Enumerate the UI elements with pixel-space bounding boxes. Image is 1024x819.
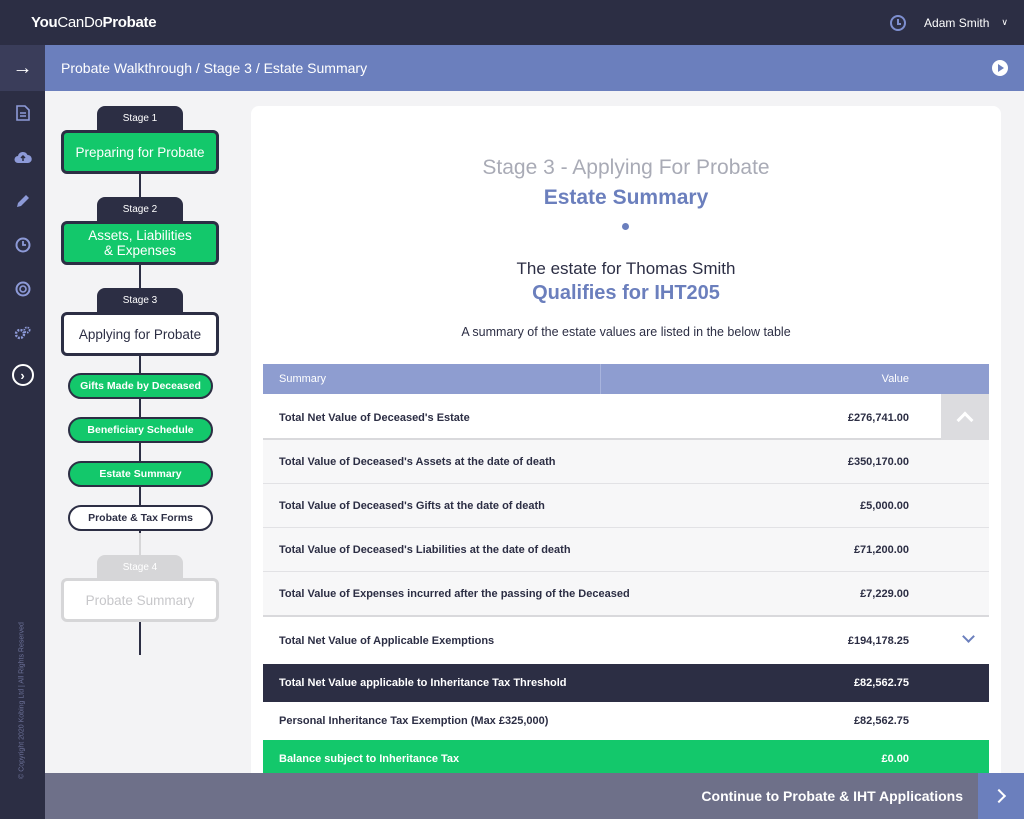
bottom-action-bar: Continue to Probate & IHT Applications [45,773,978,819]
stage-3-applying-for-probate[interactable]: Applying for Probate [61,312,219,356]
stage-2-tag: Stage 2 [97,197,183,221]
row-label: Total Net Value of Deceased's Estate [279,412,470,424]
top-bar: YouCanDoProbate Adam Smith ∨ [0,0,1024,45]
table-row: Total Value of Deceased's Assets at the … [263,440,989,484]
qualifies-text: Qualifies for IHT205 [532,282,720,304]
substep-beneficiary-schedule[interactable]: Beneficiary Schedule [68,417,213,443]
lifebuoy-icon[interactable] [0,267,45,311]
summary-note: A summary of the estate values are liste… [461,325,791,339]
stage-1-tag: Stage 1 [97,106,183,130]
table-row: Total Value of Expenses incurred after t… [263,572,989,617]
chevron-down-icon[interactable] [962,630,975,643]
chevron-down-icon[interactable]: ∨ [1001,17,1008,28]
table-row-total-net-estate[interactable]: Total Net Value of Deceased's Estate £27… [263,394,989,440]
connector-line [139,533,141,555]
stage-heading: Stage 3 - Applying For Probate [482,156,770,179]
connector-line [139,174,141,199]
column-separator [600,364,601,394]
app-logo[interactable]: YouCanDoProbate [31,14,157,31]
row-value: £5,000.00 [860,500,909,512]
pencil-icon[interactable] [0,179,45,223]
row-label: Total Value of Expenses incurred after t… [279,588,630,600]
stage-4-probate-summary[interactable]: Probate Summary [61,578,219,622]
row-value: £7,229.00 [860,588,909,600]
row-label: Total Value of Deceased's Assets at the … [279,456,556,468]
stage-4-tag: Stage 4 [97,555,183,579]
chevron-up-icon[interactable] [941,394,989,440]
arrow-right-icon[interactable]: → [0,45,45,91]
divider-dot [622,223,629,230]
connector-line [139,264,141,289]
document-icon[interactable] [0,91,45,135]
table-row: Total Value of Deceased's Liabilities at… [263,528,989,572]
cloud-upload-icon[interactable] [0,135,45,179]
copyright-text: © Copyright 2020 Kobing Ltd | All Rights… [18,622,26,779]
row-value: £194,178.25 [847,635,909,647]
clock-icon[interactable] [890,14,907,31]
estate-summary-table: Summary Value Total Net Value of Decease… [263,364,989,778]
left-sidebar: → › © Copyright 2020 Kobing Ltd | All Ri… [0,45,45,819]
stage-1-preparing-for-probate[interactable]: Preparing for Probate [61,130,219,174]
stage-2-assets-liabilities-expenses[interactable]: Assets, Liabilities & Expenses [61,221,219,265]
table-row-personal-exemption: Personal Inheritance Tax Exemption (Max … [263,702,989,740]
row-value: £82,562.75 [853,715,909,727]
user-name[interactable]: Adam Smith [924,16,989,30]
row-value: £276,741.00 [847,412,909,424]
row-value: £82,562.75 [853,677,909,689]
row-label: Total Value of Deceased's Liabilities at… [279,544,571,556]
substep-gifts-made-by-deceased[interactable]: Gifts Made by Deceased [68,373,213,399]
row-label: Total Net Value of Applicable Exemptions [279,635,495,647]
substep-estate-summary[interactable]: Estate Summary [68,461,213,487]
table-row: Total Value of Deceased's Gifts at the d… [263,484,989,528]
row-value: £0.00 [881,753,909,765]
stage-stepper: Stage 1 Preparing for Probate Stage 2 As… [45,91,250,791]
column-header-value: Value [881,373,909,385]
table-row-threshold: Total Net Value applicable to Inheritanc… [263,664,989,702]
table-row-exemptions[interactable]: Total Net Value of Applicable Exemptions… [263,617,989,664]
continue-button[interactable]: Continue to Probate & IHT Applications [701,788,963,804]
column-header-summary: Summary [279,373,327,385]
breadcrumb-bar: Probate Walkthrough / Stage 3 / Estate S… [45,45,1024,91]
chevron-right-circle-icon[interactable]: › [0,353,45,397]
chevron-right-icon[interactable] [978,773,1024,819]
row-value: £71,200.00 [853,544,909,556]
user-menu[interactable]: Adam Smith ∨ [890,0,1008,45]
row-value: £350,170.00 [847,456,909,468]
estate-summary-card: Stage 3 - Applying For Probate Estate Su… [251,106,1001,819]
table-header: Summary Value [263,364,989,394]
row-label: Total Value of Deceased's Gifts at the d… [279,500,545,512]
substep-probate-tax-forms[interactable]: Probate & Tax Forms [68,505,213,531]
clock-icon[interactable] [0,223,45,267]
page-title: Estate Summary [543,186,709,209]
play-icon[interactable] [992,60,1008,76]
estate-for-text: The estate for Thomas Smith [516,259,736,278]
stage-3-tag: Stage 3 [97,288,183,312]
row-label: Balance subject to Inheritance Tax [279,753,460,765]
breadcrumb[interactable]: Probate Walkthrough / Stage 3 / Estate S… [61,60,367,76]
settings-icon[interactable] [0,311,45,355]
row-label: Total Net Value applicable to Inheritanc… [279,677,567,689]
row-label: Personal Inheritance Tax Exemption (Max … [279,715,549,727]
